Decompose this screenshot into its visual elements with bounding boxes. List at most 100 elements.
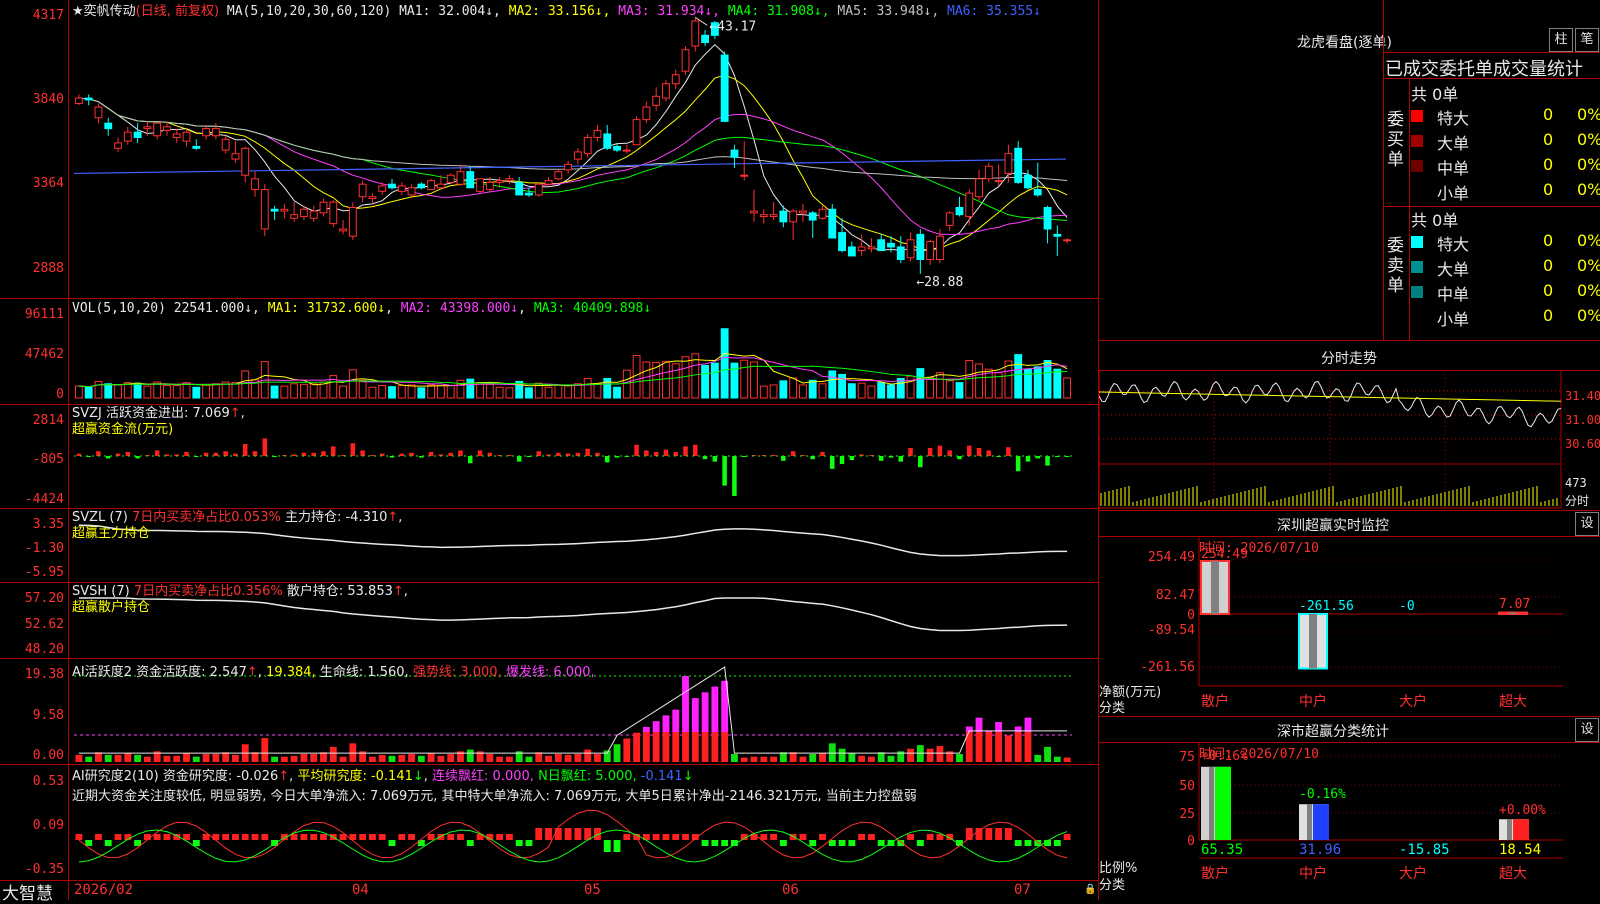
volume-bar — [270, 385, 279, 399]
research-bar — [603, 840, 611, 852]
activity-bar — [85, 756, 93, 762]
candle — [241, 147, 250, 176]
cl-settings-button[interactable]: 设 — [1575, 718, 1599, 742]
candle — [407, 187, 416, 196]
flow-bar — [976, 448, 982, 456]
research-bar — [711, 840, 719, 846]
tick-mode-button[interactable]: 笔 — [1575, 28, 1599, 52]
candle — [495, 180, 504, 183]
volume-bar — [231, 382, 240, 399]
volume-bar — [926, 376, 935, 399]
cl-title: 深市超赢分类统计 — [1277, 724, 1389, 740]
candle — [182, 131, 191, 142]
volume-bar — [603, 378, 612, 399]
divider — [1383, 0, 1384, 340]
bar-mode-button[interactable]: 柱 — [1549, 28, 1573, 52]
flow-bar — [1006, 447, 1011, 456]
research-bar — [662, 834, 670, 840]
activity-bar — [143, 756, 151, 762]
volume-bar — [104, 383, 113, 399]
volume-bar — [847, 383, 856, 399]
activity-bar — [466, 749, 474, 762]
candle — [681, 49, 690, 72]
sz-settings-button[interactable]: 设 — [1575, 512, 1599, 536]
volume-bar — [887, 384, 895, 399]
volume-bar — [417, 387, 426, 399]
order-percent: 0% — [1577, 155, 1600, 174]
volume-bar — [241, 370, 250, 399]
flow-bar — [184, 452, 189, 456]
fs-ytick: 31.00 — [1565, 413, 1600, 427]
flow-bar — [458, 450, 463, 456]
candle — [290, 214, 299, 219]
activity-bar — [858, 755, 866, 762]
volume-bar — [300, 383, 308, 399]
kline-chart[interactable]: ←43.17 ←28.88 — [0, 0, 1098, 900]
volume-bar — [280, 385, 289, 399]
activity-bar — [496, 756, 504, 762]
research-bar — [114, 834, 122, 840]
candle — [202, 128, 211, 137]
activity-bar — [789, 752, 797, 762]
vol-header: VOL(5,10,20) 22541.000↓, MA1: 31732.600↓… — [72, 301, 652, 316]
activity-bar — [320, 752, 327, 762]
activity-bar — [212, 754, 220, 762]
ai2-strong: 强势线: 3.000, — [412, 665, 502, 680]
volume-bar — [1033, 366, 1042, 399]
activity-bar — [926, 748, 934, 762]
candle — [730, 149, 739, 158]
volume-bar — [613, 386, 621, 399]
research-bar — [466, 840, 474, 846]
main-chart-area[interactable]: 4317 3840 3364 2888 96111 47462 0 2814 -… — [0, 0, 1099, 904]
activity-bar — [417, 755, 425, 762]
ai2-lifeline: 生命线: 1.560, — [319, 665, 409, 680]
candle — [143, 126, 152, 130]
cl-top-value: -0.16% — [1299, 787, 1346, 802]
candle — [1024, 174, 1032, 189]
classification-chart[interactable]: 75 50 25 0 +0.16% -0.16% +0.00% 65.35 31.96 -15.8… — [1099, 742, 1600, 900]
research-bar — [1024, 840, 1032, 846]
sell-total: 共 0单 — [1411, 211, 1459, 230]
sz-monitor-chart[interactable]: 254.49 82.47 0-89.54 -261.56 254.49 -261.56 -0… — [1099, 536, 1600, 716]
sz-category: 中户 — [1299, 693, 1327, 710]
lock-icon[interactable]: 🔒 — [1084, 884, 1096, 895]
research-bar — [320, 834, 327, 840]
research-bar — [554, 828, 562, 840]
ai-res-last: -0.141 — [640, 769, 683, 784]
flow-bar — [663, 449, 669, 456]
research-bar — [95, 834, 102, 840]
candle — [828, 208, 837, 239]
cl-bar-accent — [1313, 804, 1329, 840]
flow-bar — [1015, 456, 1021, 472]
activity-bar — [838, 748, 846, 762]
cl-bar — [1499, 819, 1529, 840]
candle — [896, 246, 905, 261]
candle — [348, 206, 357, 237]
ai-res-avg: 平均研究度: -0.141 — [297, 769, 413, 784]
candle — [515, 181, 524, 196]
activity-bar — [975, 732, 983, 762]
volume-bar — [935, 372, 944, 399]
flow-bar — [898, 456, 904, 462]
volume-bar — [397, 385, 406, 399]
research-bar — [427, 834, 435, 840]
flow-bar — [96, 451, 101, 456]
svzl-title: SVZL (7) — [72, 510, 128, 525]
intraday-chart[interactable] — [1099, 370, 1600, 510]
svzj-header: SVZJ 活跃资金进出: 7.069↑, 超赢资金流(万元) — [72, 406, 245, 437]
volume-bar — [485, 383, 494, 399]
candle — [662, 83, 670, 99]
sz-bar-value: -0 — [1399, 599, 1415, 614]
activity-bar — [378, 754, 386, 762]
svsh-ratio: 7日内买卖净占比0.356% — [133, 584, 283, 599]
volume-bar — [789, 377, 798, 399]
research-bar — [378, 834, 386, 840]
order-row: 小单 0 0% — [1411, 306, 1600, 329]
flow-bar — [291, 454, 297, 456]
volume-bar — [309, 383, 318, 399]
flow-bar — [360, 450, 365, 456]
activity-bar — [574, 754, 582, 762]
sz-ytick: 0 — [1187, 608, 1195, 623]
candle — [270, 208, 279, 212]
volume-bar — [1014, 354, 1023, 399]
